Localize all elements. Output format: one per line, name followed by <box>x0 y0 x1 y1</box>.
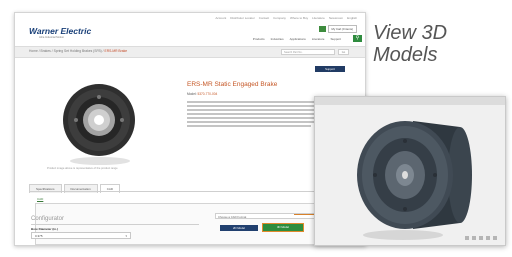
breadcrumb: Home / Brakes / Spring Set Holding Brake… <box>29 49 128 53</box>
utility-link[interactable]: English <box>347 16 357 20</box>
utility-link[interactable]: Contact <box>259 16 269 20</box>
nav-item-support[interactable]: Support <box>330 37 341 41</box>
chevron-down-icon: ▾ <box>125 234 127 238</box>
viewer-toolbar <box>465 236 497 240</box>
product-title: ERS-MR Static Engaged Brake <box>187 81 278 88</box>
utility-link[interactable]: Company <box>273 16 286 20</box>
description-line <box>187 121 335 123</box>
main-nav: Products Industries Applications Literat… <box>253 37 341 41</box>
nav-item-literature[interactable]: Literature <box>312 37 325 41</box>
nav-item-industries[interactable]: Industries <box>271 37 284 41</box>
cart-icon[interactable] <box>318 26 326 32</box>
utility-link[interactable]: Distributor Locator <box>230 16 255 20</box>
breadcrumb-item[interactable]: Brakes <box>41 49 51 53</box>
2d-model-button[interactable]: 2D Model <box>220 225 258 231</box>
cart-button[interactable]: My Cart (0 items) <box>327 25 357 33</box>
part-search-button[interactable]: Go <box>338 48 349 55</box>
zoom-icon[interactable] <box>479 236 483 240</box>
brand-tagline: Altra Industrial Motion <box>39 36 65 39</box>
product-image <box>29 77 179 173</box>
breadcrumb-bar: Home / Brakes / Spring Set Holding Brake… <box>15 46 365 58</box>
search-icon[interactable]: ⚲ <box>353 35 362 42</box>
configurator-divider <box>31 224 199 225</box>
product-model: Model: 5370-770-004 <box>187 92 217 96</box>
fit-icon[interactable] <box>486 236 490 240</box>
breadcrumb-current: ERS-MR Brake <box>104 49 128 53</box>
callout-line-2: Models <box>373 44 438 66</box>
3d-model-button[interactable]: 3D Model <box>262 223 304 232</box>
rotate-icon[interactable] <box>465 236 469 240</box>
breadcrumb-item[interactable]: Spring Set Holding Brakes (SFB) <box>54 49 102 53</box>
description-line <box>187 117 333 119</box>
utility-link[interactable]: Where to Buy <box>290 16 308 20</box>
cart: My Cart (0 items) <box>318 25 357 33</box>
breadcrumb-item[interactable]: Home <box>29 49 38 53</box>
pan-icon[interactable] <box>472 236 476 240</box>
tabs-divider <box>29 191 351 192</box>
description-line <box>187 109 335 111</box>
utility-nav: Account Distributor Locator Contact Comp… <box>215 16 357 20</box>
model-value: 5370-770-004 <box>197 92 218 96</box>
brand-logo[interactable]: Warner Electric <box>29 26 91 36</box>
3d-model-preview[interactable] <box>314 96 506 246</box>
utility-link[interactable]: Literature <box>312 16 325 20</box>
view-3d-callout: View 3D Models <box>373 22 447 66</box>
model-label: Model: <box>187 92 197 96</box>
image-caption: Product image above is representative of… <box>47 167 118 170</box>
utility-link[interactable]: Account <box>215 16 226 20</box>
brake-3d-render <box>357 121 472 240</box>
utility-link[interactable]: Newsroom <box>329 16 343 20</box>
bore-diameter-value: 0.375 <box>35 234 43 238</box>
cad-sublink[interactable]: CAD <box>37 197 43 201</box>
configurator-title: Configurator <box>31 216 65 222</box>
part-search-input[interactable]: Search Part No. <box>281 48 335 55</box>
nav-item-products[interactable]: Products <box>253 37 265 41</box>
nav-item-applications[interactable]: Applications <box>290 37 306 41</box>
support-button[interactable]: Support <box>315 66 345 72</box>
bore-diameter-label: Bore Diameter (in.) <box>31 227 58 231</box>
bore-diameter-select[interactable]: 0.375 ▾ <box>31 232 131 239</box>
description-line <box>187 125 311 127</box>
callout-line-1: View 3D <box>373 22 448 44</box>
fullscreen-icon[interactable] <box>493 236 497 240</box>
